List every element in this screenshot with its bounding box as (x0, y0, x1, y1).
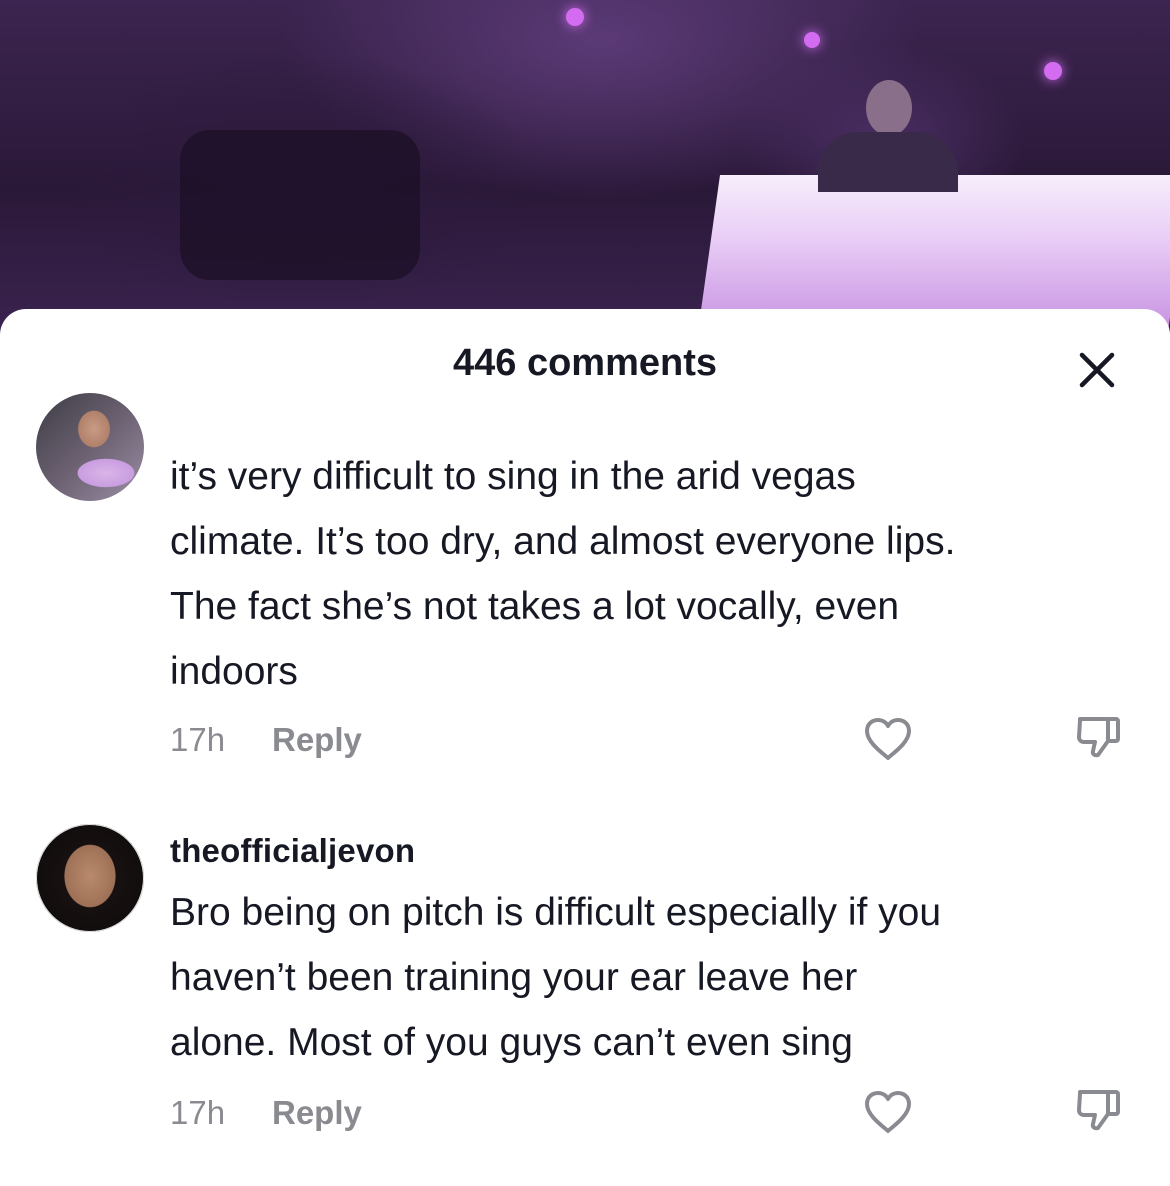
comment-item: theofficialjevon Bro being on pitch is d… (0, 824, 1170, 1164)
comment-timestamp: 17h (170, 1094, 226, 1131)
reply-button[interactable]: Reply (272, 721, 362, 759)
comment-timestamp: 17h (170, 721, 226, 758)
comments-sheet: 446 comments it’s very difficult to sing… (0, 309, 1170, 1186)
thumbs-down-outline-icon[interactable] (1074, 1084, 1124, 1134)
comments-header: 446 comments (0, 309, 1170, 419)
thumbs-down-outline-icon[interactable] (1074, 711, 1124, 761)
stage-light (1044, 62, 1062, 80)
heart-outline-icon[interactable] (862, 716, 914, 762)
stage-equipment (180, 130, 420, 280)
stage-light (566, 8, 584, 26)
reply-button[interactable]: Reply (272, 1094, 362, 1132)
comment-item: it’s very difficult to sing in the arid … (0, 393, 1170, 779)
user-avatar[interactable] (36, 824, 144, 932)
comment-username[interactable]: theofficialjevon (170, 832, 415, 870)
user-avatar[interactable] (36, 393, 144, 501)
performer-figure (818, 80, 958, 192)
comment-count-title: 446 comments (452, 342, 717, 384)
comment-text: it’s very difficult to sing in the arid … (170, 455, 956, 693)
performer-head (866, 80, 912, 136)
username-cut-off[interactable] (170, 413, 320, 425)
video-player-background[interactable] (0, 0, 1170, 340)
close-icon[interactable] (1078, 351, 1116, 389)
performer-body (818, 132, 958, 192)
stage-light (804, 32, 820, 48)
heart-outline-icon[interactable] (862, 1089, 914, 1135)
comment-text: Bro being on pitch is difficult especial… (170, 891, 942, 1064)
